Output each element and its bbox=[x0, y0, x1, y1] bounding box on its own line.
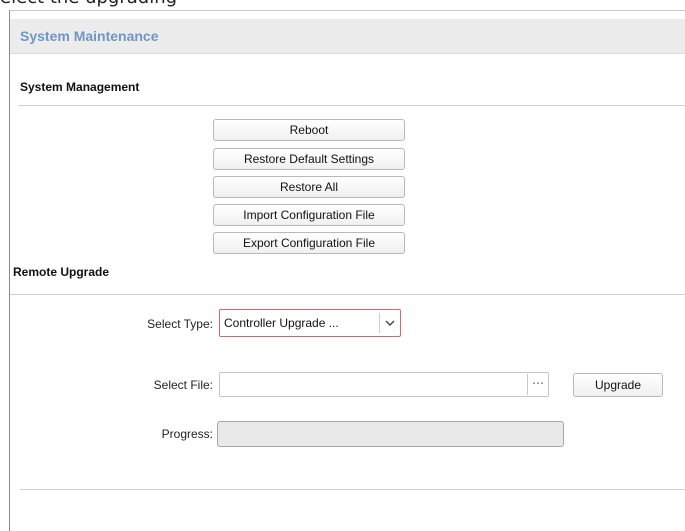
upgrade-button[interactable]: Upgrade bbox=[573, 373, 663, 397]
progress-label: Progress: bbox=[161, 427, 213, 441]
upgrade-progress-bar bbox=[217, 421, 564, 447]
select-type-label: Select Type: bbox=[147, 317, 213, 331]
restore-all-button[interactable]: Restore All bbox=[213, 176, 405, 198]
ellipsis-icon[interactable]: ⋯ bbox=[527, 374, 548, 395]
chevron-down-icon[interactable] bbox=[382, 314, 398, 332]
remote-upgrade-heading: Remote Upgrade bbox=[13, 265, 110, 279]
system-management-heading: System Management bbox=[20, 80, 140, 94]
select-file-input[interactable]: ⋯ bbox=[219, 372, 549, 397]
system-maintenance-panel: System Maintenance System Management Reb… bbox=[9, 10, 685, 531]
select-file-label: Select File: bbox=[153, 378, 213, 392]
panel-header: System Maintenance bbox=[10, 19, 685, 54]
restore-default-settings-button[interactable]: Restore Default Settings bbox=[213, 148, 405, 170]
system-management-divider bbox=[18, 105, 685, 106]
select-divider bbox=[379, 313, 380, 333]
export-configuration-file-button[interactable]: Export Configuration File bbox=[213, 232, 405, 254]
bottom-divider bbox=[20, 489, 685, 490]
caption-fragment: elect the upgrading bbox=[0, 0, 280, 10]
select-type-dropdown[interactable]: Controller Upgrade ... bbox=[219, 309, 401, 337]
remote-upgrade-divider bbox=[10, 294, 685, 295]
import-configuration-file-button[interactable]: Import Configuration File bbox=[213, 204, 405, 226]
select-type-value: Controller Upgrade ... bbox=[224, 316, 339, 330]
reboot-button[interactable]: Reboot bbox=[213, 119, 405, 141]
panel-title: System Maintenance bbox=[20, 28, 159, 44]
